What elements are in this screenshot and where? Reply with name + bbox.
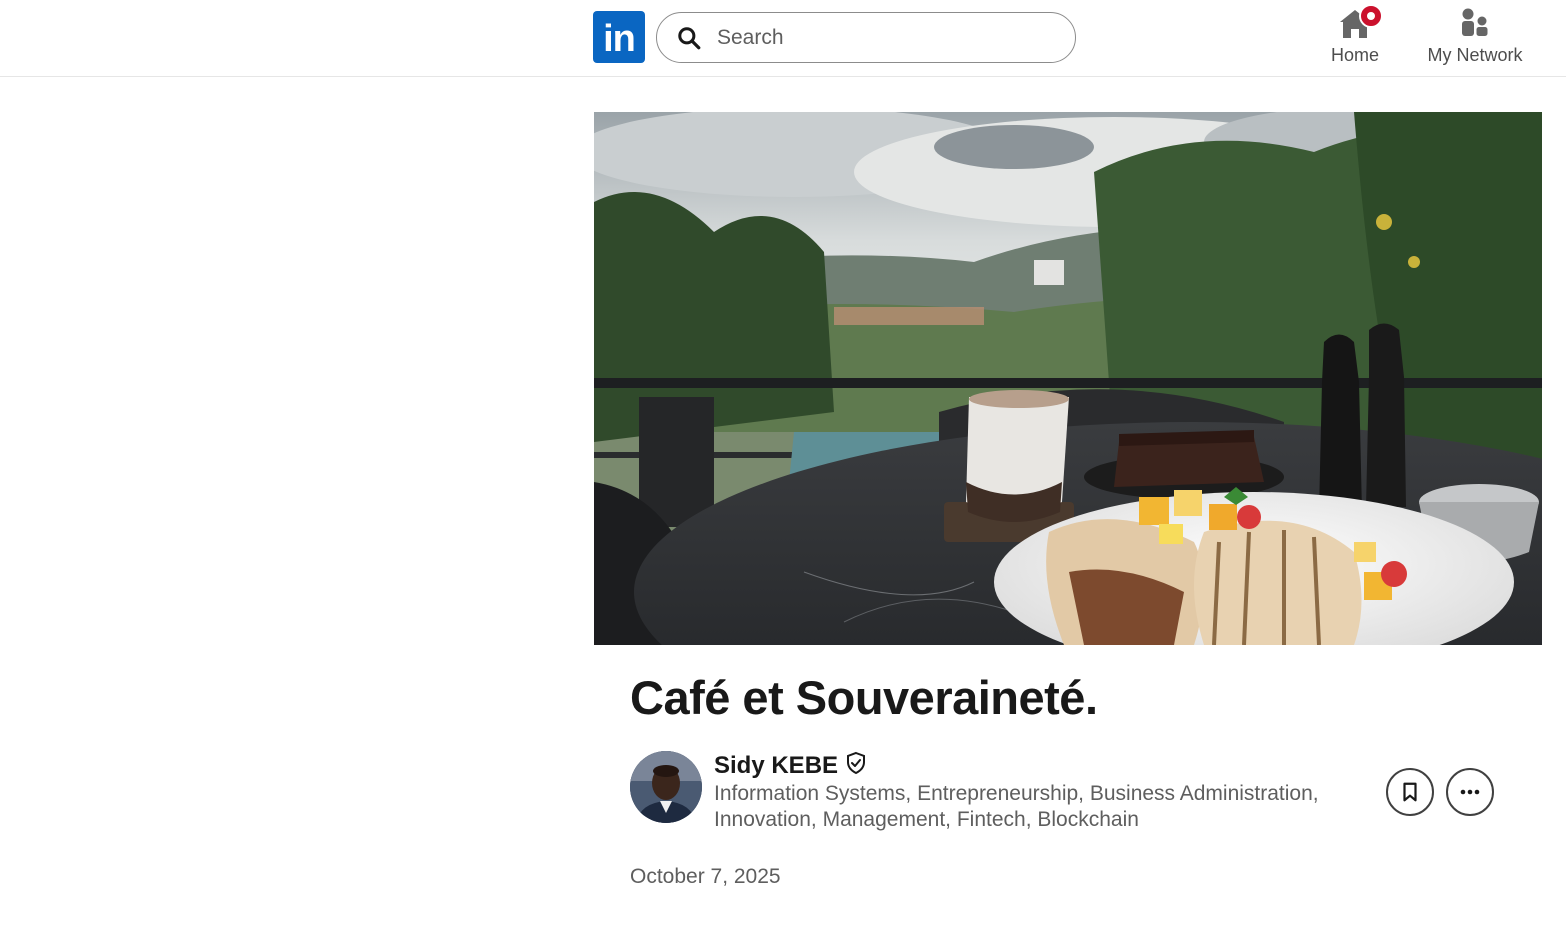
nav-home[interactable]: Home [1322, 4, 1388, 72]
more-options-icon [1460, 789, 1480, 795]
logo-text: in [603, 18, 636, 60]
author-avatar[interactable] [630, 751, 702, 823]
author-name[interactable]: Sidy KEBE [714, 751, 838, 781]
notification-badge [1359, 4, 1383, 28]
linkedin-logo[interactable]: in [593, 11, 645, 63]
top-nav-bar: in Home My Network [0, 0, 1566, 77]
publish-date: October 7, 2025 [630, 865, 781, 888]
author-name-row[interactable]: Sidy KEBE [714, 751, 868, 781]
more-options-button[interactable] [1446, 768, 1494, 816]
author-headline: Information Systems, Entrepreneurship, B… [714, 782, 1319, 831]
network-icon [1457, 6, 1493, 42]
verified-icon [847, 751, 866, 775]
search-input[interactable] [717, 21, 1057, 55]
search-icon [678, 27, 701, 50]
save-article-button[interactable] [1386, 768, 1434, 816]
nav-my-network-label: My Network [1427, 45, 1523, 65]
home-icon [1337, 4, 1383, 42]
bookmark-icon [1403, 782, 1417, 802]
nav-home-label: Home [1330, 45, 1379, 65]
article-title: Café et Souveraineté. [630, 671, 1098, 724]
article-cover-image [594, 112, 1542, 645]
nav-my-network[interactable]: My Network [1416, 6, 1534, 72]
search-box[interactable] [656, 12, 1076, 63]
